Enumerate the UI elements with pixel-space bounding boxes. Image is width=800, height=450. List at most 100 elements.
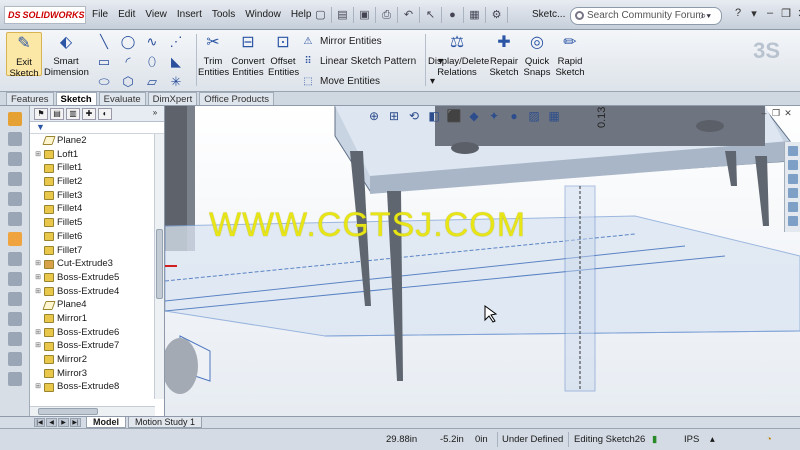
tree-item[interactable]: Fillet3 xyxy=(30,189,164,203)
tab-sketch[interactable]: Sketch xyxy=(55,92,97,105)
expand-panel-icon[interactable]: » xyxy=(148,108,162,120)
repair-sketch-button[interactable]: ✚ Repair Sketch xyxy=(488,32,520,78)
menu-edit[interactable]: Edit xyxy=(118,9,135,20)
view-settings-icon[interactable]: ▦ xyxy=(545,108,563,124)
plane-icon[interactable]: ▱ xyxy=(140,74,164,90)
tree-item[interactable]: ⊞ Loft1 xyxy=(30,148,164,162)
expand-icon[interactable]: ⊞ xyxy=(34,380,42,394)
exit-sketch-button[interactable]: ✎ Exit Sketch xyxy=(6,32,42,79)
menu-file[interactable]: File xyxy=(92,9,108,20)
dimxpert-tab-icon[interactable]: ✚ xyxy=(82,107,96,120)
new-file-icon[interactable]: ▢ xyxy=(310,7,332,23)
rebuild-status-icon[interactable]: ▮ xyxy=(652,434,657,445)
tree-item[interactable]: Fillet1 xyxy=(30,161,164,175)
tree-item[interactable]: Fillet5 xyxy=(30,216,164,230)
previous-tab-icon[interactable]: ◀ xyxy=(46,418,57,427)
display-delete-relations-button[interactable]: ⚖ Display/Delete Relations xyxy=(428,32,489,78)
arc-icon[interactable]: ◜ xyxy=(116,54,140,70)
tree-item[interactable]: Fillet6 xyxy=(30,230,164,244)
options-icon[interactable]: ⚙ xyxy=(486,7,508,23)
ellipse-icon[interactable]: ⬯ xyxy=(140,54,164,70)
dome-icon[interactable] xyxy=(7,352,22,366)
expand-icon[interactable]: ⊞ xyxy=(34,285,42,299)
minimize-icon[interactable]: – xyxy=(758,108,770,119)
tree-item[interactable]: ⊞ Boss-Extrude5 xyxy=(30,271,164,285)
file-explorer-icon[interactable] xyxy=(787,174,798,184)
cut-icon[interactable] xyxy=(7,232,22,246)
zoom-to-fit-icon[interactable]: ⊕ xyxy=(365,108,383,124)
boundary-icon[interactable] xyxy=(7,212,22,226)
tree-item[interactable]: ⊞ Cut-Extrude3 xyxy=(30,257,164,271)
rectangle-icon[interactable]: ▭ xyxy=(92,54,116,70)
tab-dimxpert[interactable]: DimXpert xyxy=(147,92,198,105)
tree-item[interactable]: ⊞ Boss-Extrude4 xyxy=(30,285,164,299)
home-icon[interactable] xyxy=(787,146,798,156)
rebuild-icon[interactable]: ● xyxy=(442,7,464,23)
move-entities-button[interactable]: ⬚ Move Entities ▾ xyxy=(300,74,443,94)
undo-icon[interactable]: ↶ xyxy=(398,7,420,23)
sketch-fillet-icon[interactable]: ◣ xyxy=(164,54,188,70)
tree-item[interactable]: Fillet7 xyxy=(30,244,164,258)
pattern-icon[interactable] xyxy=(7,272,22,286)
chevron-up-icon[interactable]: ▴ xyxy=(710,434,715,445)
rib-icon[interactable] xyxy=(7,292,22,306)
tab-features[interactable]: Features xyxy=(6,92,54,105)
filter-icon[interactable]: ▼ xyxy=(30,122,164,134)
rapid-sketch-button[interactable]: ✏ Rapid Sketch xyxy=(554,32,586,78)
centerpoint-icon[interactable]: ✳ xyxy=(164,74,188,90)
slot-icon[interactable]: ⬭ xyxy=(92,74,116,90)
custom-properties-icon[interactable] xyxy=(787,216,798,226)
next-tab-icon[interactable]: ▶ xyxy=(58,418,69,427)
tree-item[interactable]: Fillet2 xyxy=(30,175,164,189)
offset-entities-button[interactable]: ⊡ Offset Entities xyxy=(268,32,299,78)
vertical-scrollbar[interactable] xyxy=(154,134,164,399)
linear-sketch-pattern-button[interactable]: ⠿ Linear Sketch Pattern ▾ xyxy=(300,54,443,74)
section-view-icon[interactable]: ◧ xyxy=(425,108,443,124)
tree-item[interactable]: Mirror3 xyxy=(30,367,164,381)
appearances-icon[interactable] xyxy=(787,202,798,212)
scroll-thumb[interactable] xyxy=(38,408,98,415)
reference-geometry-icon[interactable] xyxy=(7,372,22,386)
expand-icon[interactable]: ⊞ xyxy=(34,257,42,271)
fillet-icon[interactable] xyxy=(7,252,22,266)
tree-item[interactable]: Fillet4 xyxy=(30,202,164,216)
select-icon[interactable]: ↖ xyxy=(420,7,442,23)
view-orientation-icon[interactable]: ⬛ xyxy=(445,108,463,124)
revolve-icon[interactable] xyxy=(7,152,22,166)
graphics-area[interactable]: 0.135 ⊕ ⊞ ⟲ ◧ ⬛ ◆ ✦ ● ▨ ▦ – ❐ ✕ WWW.CGTS… xyxy=(165,106,800,416)
mirror-entities-button[interactable]: ⚠ Mirror Entities xyxy=(300,34,443,54)
shell-icon[interactable] xyxy=(7,332,22,346)
horizontal-scrollbar[interactable] xyxy=(30,406,155,416)
trim-entities-button[interactable]: ✂ Trim Entities xyxy=(198,32,229,78)
save-icon[interactable]: ▣ xyxy=(354,7,376,23)
loft-icon[interactable] xyxy=(7,192,22,206)
convert-entities-button[interactable]: ⊟ Convert Entities xyxy=(230,32,266,78)
tab-model[interactable]: Model xyxy=(86,417,126,428)
restore-icon[interactable]: ❐ xyxy=(778,7,794,20)
expand-icon[interactable]: ⊞ xyxy=(34,271,42,285)
close-icon[interactable]: ✕ xyxy=(782,108,794,119)
circle-icon[interactable]: ◯ xyxy=(116,34,140,50)
help-dropdown-icon[interactable]: ▾ xyxy=(746,7,762,20)
menu-tools[interactable]: Tools xyxy=(212,9,235,20)
extrude-icon[interactable] xyxy=(7,132,22,146)
expand-icon[interactable]: ⊞ xyxy=(34,339,42,353)
sketch-tool-icon[interactable] xyxy=(7,112,22,126)
help-icon[interactable]: ? xyxy=(730,7,746,20)
expand-icon[interactable]: ⊞ xyxy=(34,326,42,340)
print-icon[interactable]: ⎙ xyxy=(376,7,398,23)
quick-snaps-button[interactable]: ◎ Quick Snaps xyxy=(522,32,552,78)
expand-icon[interactable]: ⊞ xyxy=(34,148,42,162)
view-palette-icon[interactable] xyxy=(787,188,798,198)
menu-view[interactable]: View xyxy=(145,9,167,20)
last-tab-icon[interactable]: ▶| xyxy=(70,418,81,427)
draft-icon[interactable] xyxy=(7,312,22,326)
tab-office-products[interactable]: Office Products xyxy=(199,92,275,105)
menu-help[interactable]: Help xyxy=(291,9,312,20)
search-box[interactable]: Search Community Forum ⌕▾ xyxy=(570,7,722,25)
tree-item[interactable]: ⊞ Boss-Extrude8 xyxy=(30,380,164,394)
tree-item[interactable]: Plane4 xyxy=(30,298,164,312)
menu-window[interactable]: Window xyxy=(245,9,281,20)
spline-icon[interactable]: ∿ xyxy=(140,34,164,50)
previous-view-icon[interactable]: ⟲ xyxy=(405,108,423,124)
